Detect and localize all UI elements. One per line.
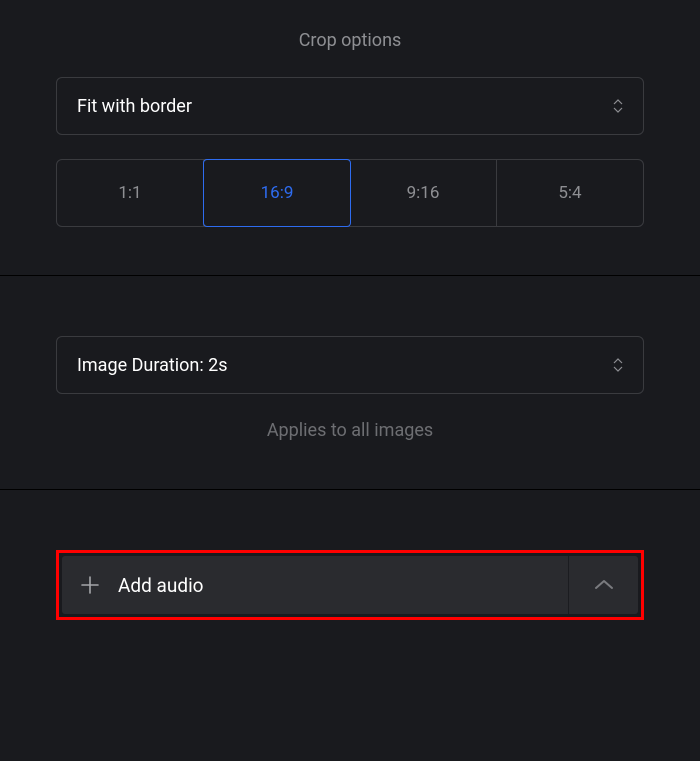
image-duration-select[interactable]: Image Duration: 2s	[56, 336, 644, 394]
add-audio-highlight: Add audio	[56, 550, 644, 620]
audio-expand-toggle[interactable]	[568, 556, 638, 614]
select-chevrons-icon	[613, 358, 623, 372]
duration-hint: Applies to all images	[56, 420, 644, 441]
aspect-ratio-5-4[interactable]: 5:4	[497, 160, 643, 226]
add-audio-label: Add audio	[118, 574, 204, 597]
aspect-ratio-16-9[interactable]: 16:9	[203, 159, 351, 227]
add-audio-button[interactable]: Add audio	[62, 574, 568, 597]
aspect-ratio-group: 1:1 16:9 9:16 5:4	[56, 159, 644, 227]
fit-mode-select[interactable]: Fit with border	[56, 77, 644, 135]
aspect-ratio-1-1[interactable]: 1:1	[57, 160, 204, 226]
aspect-ratio-9-16[interactable]: 9:16	[350, 160, 497, 226]
select-chevrons-icon	[613, 99, 623, 113]
crop-options-title: Crop options	[56, 30, 644, 51]
add-audio-bar: Add audio	[62, 556, 638, 614]
fit-mode-value: Fit with border	[77, 96, 192, 117]
chevron-up-icon	[594, 576, 614, 595]
image-duration-value: Image Duration: 2s	[77, 355, 228, 376]
plus-icon	[80, 575, 100, 595]
